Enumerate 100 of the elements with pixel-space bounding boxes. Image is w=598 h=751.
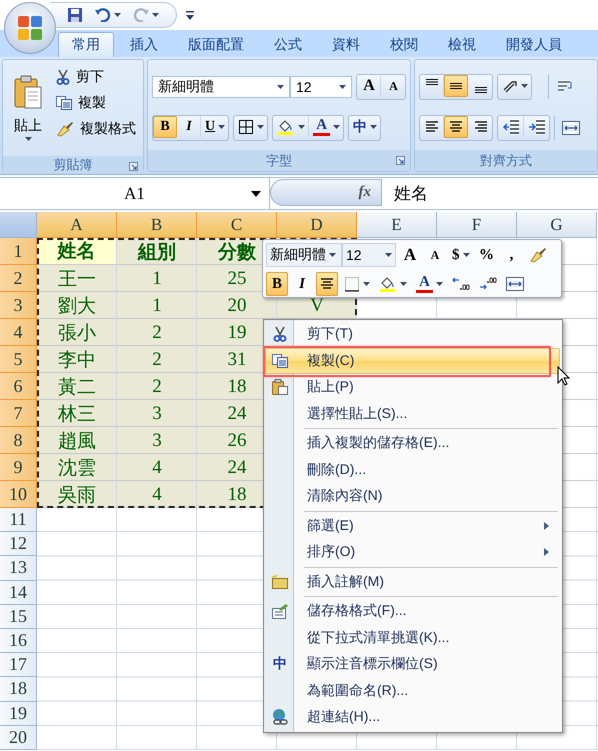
menu-item[interactable]: 清除內容(N): [265, 483, 560, 510]
insert-function-button[interactable]: fx: [270, 179, 382, 206]
clipboard-icon: [14, 75, 42, 109]
ribbon-tab[interactable]: 公式: [260, 32, 316, 57]
dialog-launcher-icon[interactable]: [396, 156, 405, 165]
row-header[interactable]: 7: [0, 400, 37, 427]
table-cell-text: 王一: [58, 268, 96, 292]
name-box[interactable]: A1: [0, 178, 270, 209]
dialog-launcher-icon[interactable]: [129, 162, 138, 171]
row-header[interactable]: 3: [0, 292, 37, 319]
formula-field[interactable]: 姓名: [382, 178, 598, 209]
ribbon-tab[interactable]: 資料: [318, 32, 374, 57]
bold-button[interactable]: B: [266, 272, 288, 296]
undo-icon: [95, 8, 111, 22]
paste-button[interactable]: 貼上: [7, 64, 49, 152]
caret-icon: [462, 253, 470, 257]
row-header[interactable]: 4: [0, 319, 37, 346]
menu-item[interactable]: 中 顯示注音標示欄位(S): [265, 651, 560, 678]
row-header[interactable]: 2: [0, 265, 37, 292]
menu-item[interactable]: 刪除(D)...: [265, 456, 560, 483]
menu-item[interactable]: 儲存格格式(F)...: [265, 598, 560, 624]
menu-item[interactable]: 篩選(E): [265, 512, 560, 539]
caret-icon: [521, 84, 528, 88]
ribbon-tab[interactable]: 版面配置: [174, 32, 258, 57]
shrink-font-button[interactable]: A: [424, 243, 446, 267]
menu-item[interactable]: 選擇性貼上(S)...: [265, 400, 560, 427]
group-title: 剪貼簿: [54, 156, 92, 174]
row-header[interactable]: 14: [0, 580, 37, 605]
column-header[interactable]: B: [117, 212, 197, 238]
merge-icon: [562, 120, 580, 136]
column-header[interactable]: G: [517, 212, 597, 238]
currency-button[interactable]: $: [449, 243, 472, 267]
menu-item[interactable]: 排序(O): [265, 539, 560, 566]
column-header[interactable]: A: [37, 212, 117, 238]
table-cell-text: 2: [152, 348, 162, 372]
column-header[interactable]: E: [357, 212, 437, 238]
italic-button[interactable]: I: [291, 272, 313, 296]
row-header[interactable]: 5: [0, 346, 37, 373]
undo-button[interactable]: [92, 5, 124, 25]
menu-item[interactable]: 貼上(P): [265, 374, 560, 400]
font-color-button[interactable]: A: [413, 272, 446, 296]
row-header[interactable]: 12: [0, 532, 37, 556]
row-header[interactable]: 8: [0, 427, 37, 454]
underline-button[interactable]: U: [201, 116, 228, 138]
row-header[interactable]: 13: [0, 556, 37, 581]
menu-item[interactable]: 剪下(T): [265, 321, 560, 348]
bold-button[interactable]: B: [153, 116, 177, 138]
font-size-field[interactable]: 12: [342, 243, 396, 267]
grow-font-button[interactable]: A: [399, 243, 421, 267]
clipboard-button[interactable]: 複製: [53, 92, 139, 114]
table-cell-text: 19: [228, 320, 246, 344]
row-header[interactable]: 15: [0, 604, 37, 629]
row-header[interactable]: 17: [0, 653, 37, 678]
clipboard-button[interactable]: 複製格式: [53, 118, 139, 140]
ribbon-tab[interactable]: 檢視: [434, 32, 490, 57]
italic-button[interactable]: I: [177, 116, 201, 138]
row-header[interactable]: 10: [0, 481, 37, 508]
row-header[interactable]: 18: [0, 677, 37, 702]
menu-item[interactable]: 超連結(H)...: [265, 704, 560, 730]
menu-item[interactable]: 複製(C): [265, 348, 560, 374]
grow-font-button[interactable]: A: [357, 75, 381, 97]
font-size-field[interactable]: 12: [290, 76, 352, 98]
row-header[interactable]: 19: [0, 702, 37, 726]
comma-button[interactable]: ,: [500, 243, 522, 267]
ribbon-tab[interactable]: 開發人員: [492, 32, 576, 57]
column-header[interactable]: F: [437, 212, 517, 238]
menu-item[interactable]: 從下拉式清單挑選(K)...: [265, 624, 560, 651]
globe-link-icon: [271, 708, 289, 726]
table-cell-text: 李中: [58, 348, 96, 372]
ribbon-tab[interactable]: 校閱: [376, 32, 432, 57]
ribbon-tab[interactable]: 插入: [116, 32, 172, 57]
center-button[interactable]: [316, 272, 338, 296]
row-header[interactable]: 1: [0, 238, 37, 265]
row-header[interactable]: 6: [0, 373, 37, 400]
column-header[interactable]: C: [197, 212, 277, 238]
percent-button[interactable]: %: [476, 243, 498, 267]
shrink-font-button[interactable]: A: [381, 75, 405, 97]
table-cell-text: 1: [152, 266, 162, 290]
vertical-align-icon: [450, 83, 462, 89]
column-header[interactable]: D: [277, 212, 357, 238]
menu-item[interactable]: 為範圍命名(R)...: [265, 678, 560, 704]
menu-item[interactable]: 插入複製的儲存格(E)...: [265, 430, 560, 456]
align-button[interactable]: [444, 75, 468, 97]
table-cell-text: 4: [152, 482, 162, 506]
align-button[interactable]: [444, 116, 468, 138]
vertical-align-icon: [426, 79, 438, 85]
font-name-field[interactable]: 新細明體: [266, 243, 342, 267]
merge-icon: [506, 276, 524, 292]
table-cell-text: 18: [228, 374, 246, 398]
clipboard-button[interactable]: 剪下: [53, 66, 139, 88]
menu-item[interactable]: 插入註解(M): [265, 568, 560, 595]
row-header[interactable]: 9: [0, 454, 37, 481]
table-cell-text: 劉大: [58, 294, 96, 318]
table-cell-text: 2: [152, 320, 162, 344]
row-header[interactable]: 11: [0, 508, 37, 532]
font-name-field[interactable]: 新細明體: [152, 76, 290, 98]
scissors-icon: [56, 69, 70, 85]
row-header[interactable]: 16: [0, 628, 37, 654]
row-header[interactable]: 20: [0, 726, 37, 750]
ribbon-tab[interactable]: 常用: [58, 32, 114, 57]
